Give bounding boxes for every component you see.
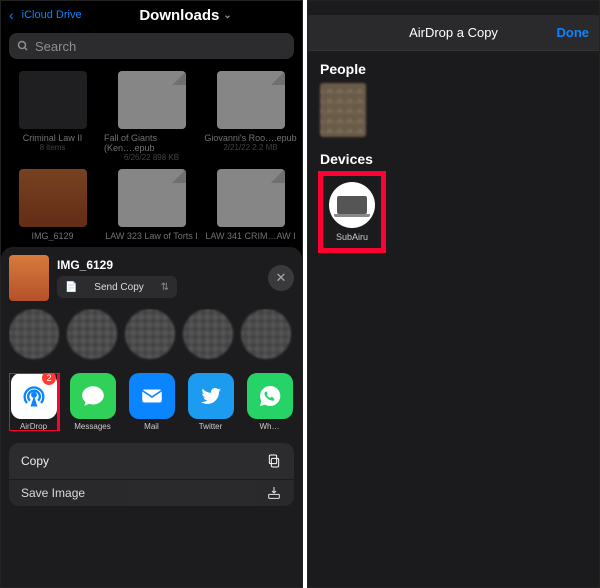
airdrop-device[interactable]: SubAiru bbox=[320, 173, 384, 251]
folder-icon bbox=[19, 71, 87, 129]
file-name: LAW 341 CRIM…AW I bbox=[205, 231, 295, 241]
share-sheet-header: IMG_6129 📄 Send Copy ⇅ ✕ bbox=[9, 255, 294, 301]
airdrop-person[interactable] bbox=[320, 83, 366, 137]
app-label: Messages bbox=[74, 422, 110, 431]
contact-avatar[interactable] bbox=[125, 309, 175, 359]
device-avatar bbox=[329, 182, 375, 228]
share-app-messages[interactable]: Messages bbox=[68, 373, 117, 431]
airdrop-body: People Devices SubAiru bbox=[308, 51, 599, 261]
photo-thumbnail bbox=[19, 169, 87, 227]
file-name: Fall of Giants (Ken….epub bbox=[104, 133, 199, 153]
action-label: Copy bbox=[21, 454, 49, 468]
share-app-whatsapp[interactable]: Wh… bbox=[245, 373, 294, 431]
copy-icon bbox=[266, 453, 282, 469]
laptop-icon bbox=[337, 196, 367, 214]
share-item-name: IMG_6129 bbox=[57, 258, 260, 272]
share-sheet: IMG_6129 📄 Send Copy ⇅ ✕ bbox=[1, 247, 302, 587]
search-icon bbox=[17, 40, 29, 52]
action-copy[interactable]: Copy bbox=[9, 443, 294, 479]
twitter-icon bbox=[188, 373, 234, 419]
mail-icon bbox=[129, 373, 175, 419]
file-meta: 6/26/22 898 KB bbox=[124, 153, 179, 163]
search-placeholder: Search bbox=[35, 39, 76, 54]
file-tile[interactable]: LAW 341 CRIM…AW I bbox=[203, 169, 298, 241]
done-button[interactable]: Done bbox=[557, 25, 590, 40]
file-tile[interactable]: Criminal Law II 8 items bbox=[5, 71, 100, 163]
share-app-twitter[interactable]: Twitter bbox=[186, 373, 235, 431]
app-label: AirDrop bbox=[20, 422, 47, 431]
files-app-pane: ‹ iCloud Drive Downloads ⌄ Search Crimin… bbox=[0, 0, 303, 588]
share-app-mail[interactable]: Mail bbox=[127, 373, 176, 431]
airdrop-title: AirDrop a Copy bbox=[409, 25, 498, 40]
document-icon: 📄 bbox=[65, 282, 77, 293]
app-label: Twitter bbox=[199, 422, 223, 431]
airdrop-pane: AirDrop a Copy Done People Devices SubAi… bbox=[307, 0, 600, 588]
contact-avatar[interactable] bbox=[183, 309, 233, 359]
file-tile[interactable]: IMG_6129 bbox=[5, 169, 100, 241]
contact-avatar[interactable] bbox=[67, 309, 117, 359]
nav-back-label[interactable]: iCloud Drive bbox=[22, 9, 82, 21]
close-button[interactable]: ✕ bbox=[268, 265, 294, 291]
chevron-left-icon[interactable]: ‹ bbox=[9, 7, 14, 23]
app-label: Wh… bbox=[260, 422, 280, 431]
close-icon: ✕ bbox=[276, 270, 287, 286]
download-icon bbox=[266, 485, 282, 501]
document-icon bbox=[217, 71, 285, 129]
messages-icon bbox=[70, 373, 116, 419]
folder-title: Downloads bbox=[139, 7, 219, 24]
action-save-image[interactable]: Save Image bbox=[9, 480, 294, 506]
nav-title[interactable]: Downloads ⌄ bbox=[139, 7, 231, 24]
share-apps-row: 2 AirDrop Messages Mail Twitter bbox=[9, 373, 294, 431]
chevron-down-icon: ⌄ bbox=[223, 10, 231, 21]
updown-icon: ⇅ bbox=[161, 282, 169, 293]
file-tile[interactable]: Giovanni's Roo….epub 2/21/22 2.2 MB bbox=[203, 71, 298, 163]
airdrop-nav-bar: AirDrop a Copy Done bbox=[308, 15, 599, 51]
share-item-thumbnail bbox=[9, 255, 49, 301]
whatsapp-icon bbox=[247, 373, 293, 419]
files-grid: Criminal Law II 8 items Fall of Giants (… bbox=[1, 63, 302, 249]
document-icon bbox=[118, 71, 186, 129]
share-actions-list: Copy Save Image bbox=[9, 443, 294, 506]
share-people-row[interactable] bbox=[9, 309, 294, 365]
file-name: Giovanni's Roo….epub bbox=[204, 133, 296, 143]
contact-avatar[interactable] bbox=[9, 309, 59, 359]
share-app-airdrop[interactable]: 2 AirDrop bbox=[9, 373, 58, 431]
document-icon bbox=[118, 169, 186, 227]
app-label: Mail bbox=[144, 422, 159, 431]
file-name: Criminal Law II bbox=[23, 133, 83, 143]
file-meta: 8 items bbox=[40, 143, 66, 153]
action-label: Save Image bbox=[21, 486, 85, 500]
search-input[interactable]: Search bbox=[9, 33, 294, 59]
file-tile[interactable]: Fall of Giants (Ken….epub 6/26/22 898 KB bbox=[104, 71, 199, 163]
people-section-label: People bbox=[320, 61, 587, 77]
devices-section-label: Devices bbox=[320, 151, 587, 167]
contact-avatar[interactable] bbox=[241, 309, 291, 359]
file-name: LAW 323 Law of Torts I bbox=[105, 231, 198, 241]
document-icon bbox=[217, 169, 285, 227]
send-copy-selector[interactable]: 📄 Send Copy ⇅ bbox=[57, 276, 177, 298]
device-name: SubAiru bbox=[336, 232, 368, 242]
file-tile[interactable]: LAW 323 Law of Torts I bbox=[104, 169, 199, 241]
nav-bar: ‹ iCloud Drive Downloads ⌄ bbox=[1, 1, 302, 29]
send-mode-label: Send Copy bbox=[94, 282, 143, 293]
file-meta: 2/21/22 2.2 MB bbox=[223, 143, 277, 153]
file-name: IMG_6129 bbox=[31, 231, 73, 241]
